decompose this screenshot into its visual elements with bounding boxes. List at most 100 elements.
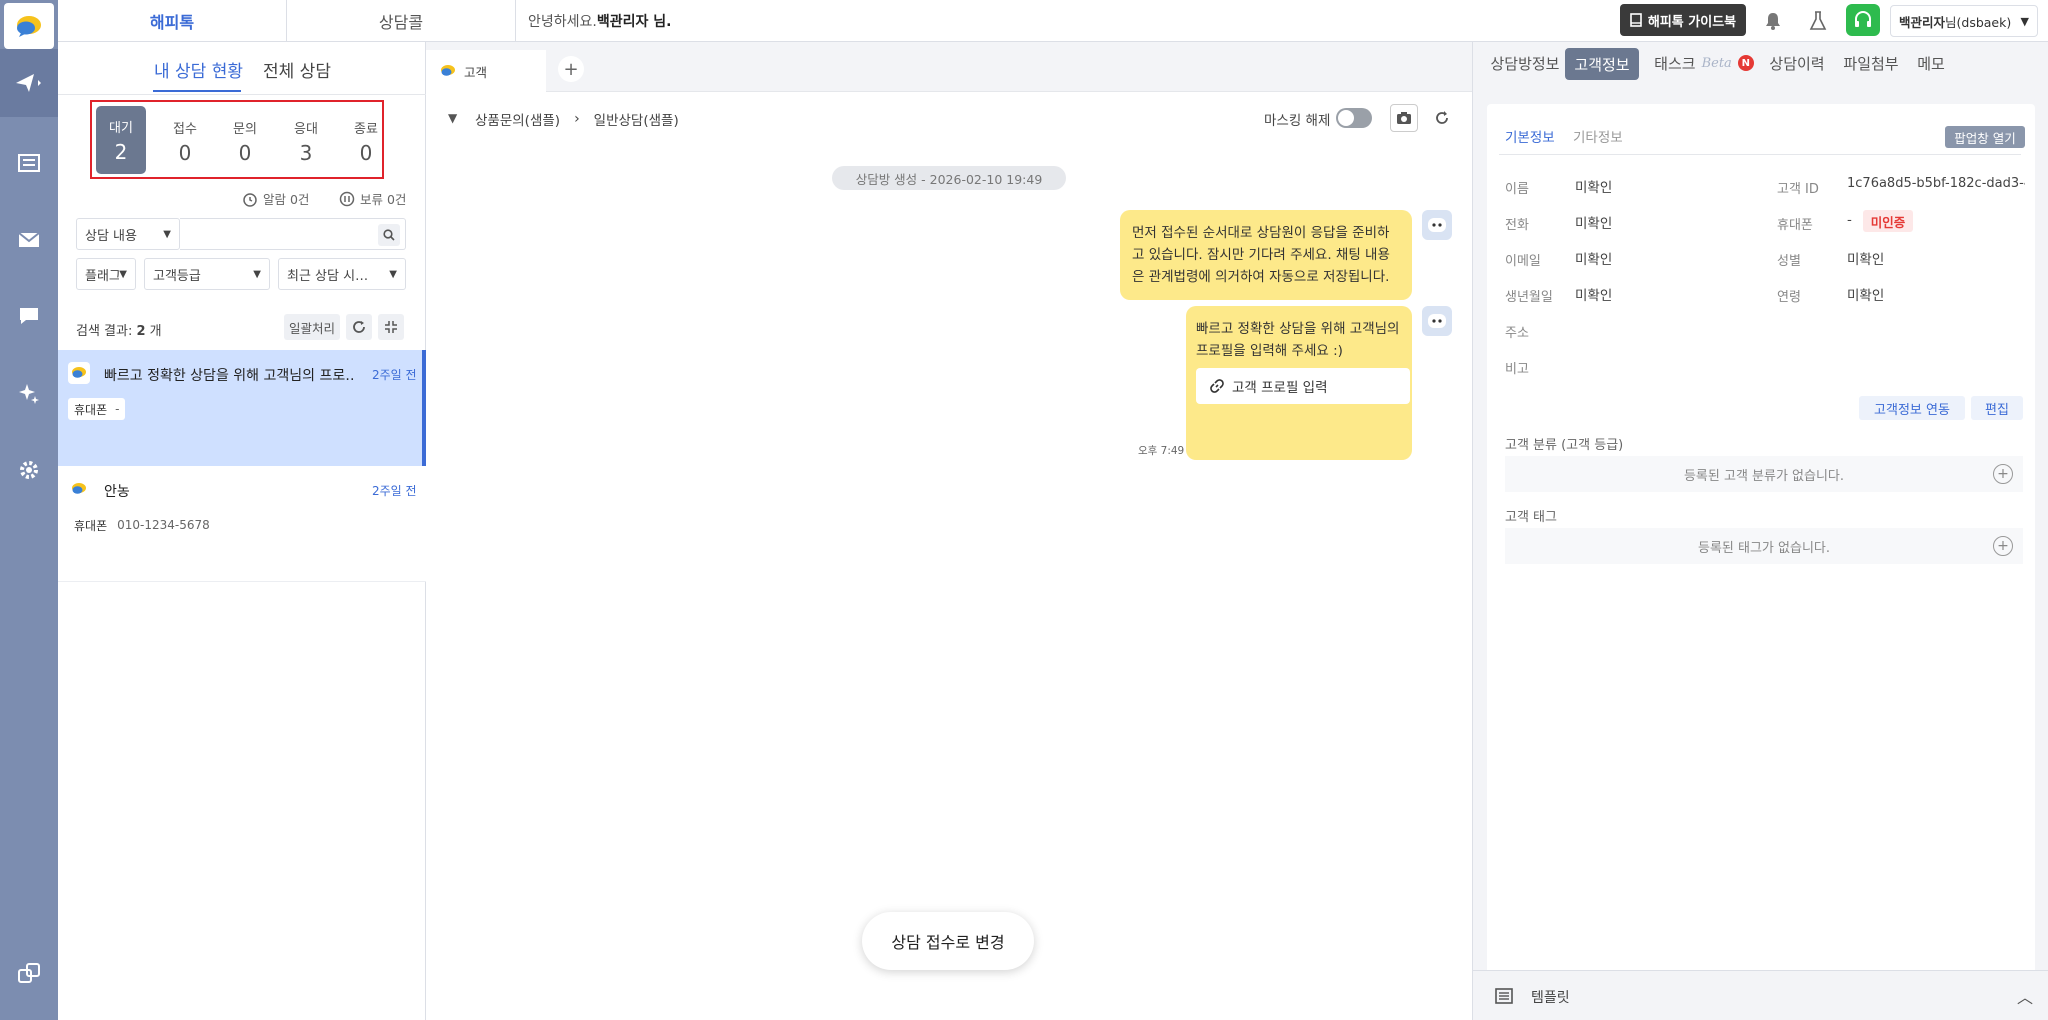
- stat-responding[interactable]: 응대 3: [277, 106, 335, 176]
- collapse-icon[interactable]: [378, 314, 404, 340]
- list-item[interactable]: 빠르고 정확한 상담을 위해 고객님의 프로… 2주일 전 휴대폰 -: [58, 350, 426, 466]
- profile-input-button[interactable]: 고객 프로필 입력: [1196, 368, 1410, 404]
- field-value-gender: 미확인: [1847, 252, 1885, 268]
- customer-info-panel: 상담방정보 고객정보 태스크 Beta N 상담이력 파일첨부 메모 기본정보 …: [1472, 42, 2048, 1020]
- send-nav-icon[interactable]: [0, 49, 58, 117]
- change-to-received-button[interactable]: 상담 접수로 변경: [862, 912, 1034, 970]
- search-type-value: 상담 내용: [85, 228, 137, 244]
- refresh-icon[interactable]: [1430, 106, 1454, 130]
- greeting-prefix: 안녕하세요.: [528, 14, 597, 30]
- search-type-select[interactable]: 상담 내용 ▼: [76, 218, 180, 250]
- list-item[interactable]: 안농 2주일 전 휴대폰 010-1234-5678: [58, 466, 426, 582]
- recent-sort-value: 최근 상담 시…: [287, 268, 369, 284]
- field-value-phone: 미확인: [1575, 216, 1613, 232]
- tab-room-info[interactable]: 상담방정보: [1481, 42, 1569, 84]
- chevron-up-icon[interactable]: ︿: [2017, 984, 2033, 1008]
- tab-customer-chat[interactable]: 고객: [426, 50, 546, 92]
- breadcrumb-subcategory[interactable]: 일반상담(샘플): [594, 109, 679, 129]
- stat-closed[interactable]: 종료 0: [337, 106, 395, 176]
- search-icon[interactable]: [378, 224, 400, 246]
- chevron-right-icon: ›: [574, 111, 580, 127]
- field-value-name: 미확인: [1575, 180, 1613, 196]
- flag-filter-select[interactable]: 플래그 ▼: [76, 258, 136, 290]
- contact-value: -: [115, 402, 120, 416]
- stat-label: 종료: [354, 121, 378, 137]
- field-label-note: 비고: [1505, 362, 1529, 377]
- caret-down-icon: ▼: [253, 268, 261, 280]
- toggle-knob: [1338, 110, 1354, 126]
- book-icon: [1630, 13, 1642, 27]
- subtab-basic-info[interactable]: 기본정보: [1505, 126, 1555, 146]
- subtab-other-info[interactable]: 기타정보: [1573, 126, 1623, 146]
- caret-down-icon: ▼: [163, 228, 171, 240]
- field-label-address: 주소: [1505, 326, 1529, 341]
- list-item-contact: 휴대폰 010-1234-5678: [68, 514, 216, 536]
- open-popup-button[interactable]: 팝업창 열기: [1945, 126, 2025, 148]
- tab-call[interactable]: 상담콜: [287, 0, 516, 42]
- stat-value: 2: [114, 139, 128, 164]
- list-nav-icon[interactable]: [0, 125, 58, 201]
- add-class-icon[interactable]: +: [1993, 464, 2013, 484]
- tab-happytalk[interactable]: 해피톡: [58, 0, 287, 42]
- headset-status-icon[interactable]: [1846, 4, 1880, 36]
- edit-button[interactable]: 편집: [1971, 396, 2023, 420]
- hold-label: 보류 0건: [360, 192, 407, 207]
- add-tab-icon[interactable]: +: [558, 56, 584, 82]
- hold-count[interactable]: 보류 0건: [339, 189, 406, 208]
- link-nav-icon[interactable]: [0, 935, 58, 1011]
- field-value-mobile: -: [1847, 212, 1852, 228]
- chat-channel-icon: [441, 65, 455, 76]
- camera-icon[interactable]: [1390, 104, 1418, 132]
- tab-memo[interactable]: 메모: [1903, 42, 1959, 84]
- guide-book-button[interactable]: 해피톡 가이드북: [1620, 4, 1746, 36]
- bell-icon[interactable]: [1758, 6, 1788, 36]
- grade-filter-select[interactable]: 고객등급 ▼: [144, 258, 270, 290]
- memo-nav-icon[interactable]: [0, 278, 58, 354]
- tab-my-consultations[interactable]: 내 상담 현황: [154, 57, 243, 82]
- mail-nav-icon[interactable]: [0, 202, 58, 278]
- chat-channel-icon: [68, 362, 90, 384]
- contact-type: 휴대폰: [74, 518, 108, 533]
- stat-waiting[interactable]: 대기 2: [96, 106, 146, 174]
- search-input[interactable]: [180, 218, 406, 250]
- contact-value: 010-1234-5678: [117, 518, 210, 532]
- tab-attachments[interactable]: 파일첨부: [1833, 42, 1909, 84]
- link-icon: [1210, 379, 1224, 393]
- search-result-count: 검색 결과: 2 개: [76, 320, 162, 339]
- tab-task[interactable]: 태스크 Beta N: [1649, 42, 1759, 84]
- refresh-icon[interactable]: [346, 314, 372, 340]
- breadcrumb-toggle-icon[interactable]: ▼: [448, 111, 457, 125]
- breadcrumb-category[interactable]: 상품문의(샘플): [475, 109, 560, 129]
- flask-icon[interactable]: [1803, 6, 1833, 36]
- link-customer-info-button[interactable]: 고객정보 연동: [1859, 396, 1965, 420]
- system-message: 상담방 생성 - 2026-02-10 19:49: [832, 166, 1066, 190]
- breadcrumb: 상품문의(샘플) › 일반상담(샘플): [475, 109, 679, 129]
- stat-received[interactable]: 접수 0: [156, 106, 214, 176]
- tab-all-consultations[interactable]: 전체 상담: [263, 57, 331, 82]
- tab-customer-info[interactable]: 고객정보: [1565, 48, 1639, 80]
- user-id: 님(dsbaek): [1945, 14, 2012, 30]
- ai-sparkle-icon[interactable]: [0, 355, 58, 431]
- stat-value: 0: [238, 140, 252, 165]
- tab-history[interactable]: 상담이력: [1759, 42, 1835, 84]
- caret-down-icon: ▼: [119, 268, 127, 280]
- new-badge: N: [1737, 55, 1754, 71]
- recent-sort-select[interactable]: 최근 상담 시… ▼: [278, 258, 406, 290]
- happytalk-logo[interactable]: [4, 3, 54, 49]
- customer-class-title: 고객 분류 (고객 등급): [1505, 438, 1624, 453]
- result-prefix: 검색 결과:: [76, 324, 137, 339]
- user-menu[interactable]: 백관리자님(dsbaek) ▼: [1890, 5, 2038, 37]
- grade-filter-value: 고객등급: [153, 268, 201, 284]
- pause-icon: [339, 191, 355, 206]
- beta-label: Beta: [1701, 55, 1732, 71]
- status-stats-box: 대기 2 접수 0 문의 0 응대 3 종료 0: [90, 100, 384, 179]
- bulk-process-button[interactable]: 일괄처리: [284, 314, 340, 340]
- add-tag-icon[interactable]: +: [1993, 536, 2013, 556]
- list-item-time: 2주일 전: [372, 484, 417, 498]
- alarm-count[interactable]: 알람 0건: [242, 189, 309, 208]
- stat-inquiry[interactable]: 문의 0: [216, 106, 274, 176]
- customer-class-empty: 등록된 고객 분류가 없습니다.: [1505, 456, 2023, 492]
- settings-gear-icon[interactable]: [0, 432, 58, 508]
- masking-toggle[interactable]: [1336, 108, 1372, 128]
- chat-area: 고객 + ▼ 상품문의(샘플) › 일반상담(샘플) 마스킹 해제 상담방 생성…: [426, 42, 1472, 1020]
